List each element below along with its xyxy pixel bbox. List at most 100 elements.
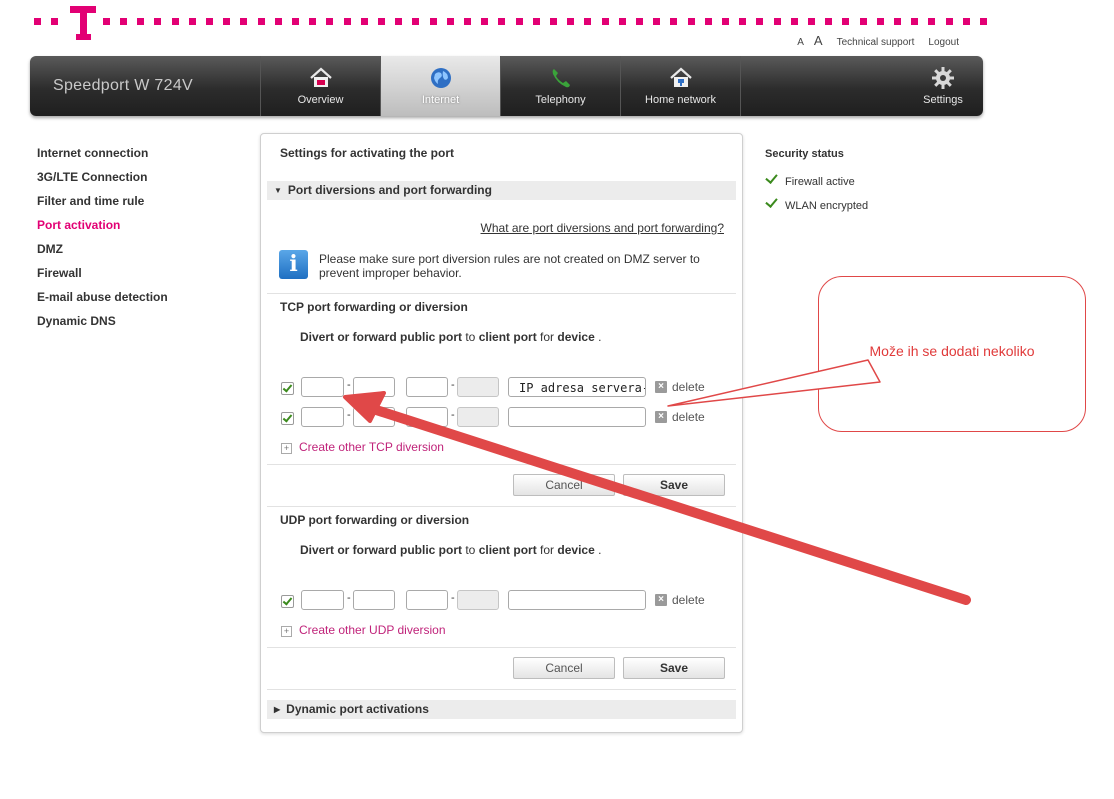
security-item-wlan: WLAN encrypted bbox=[765, 195, 868, 212]
help-link[interactable]: What are port diversions and port forwar… bbox=[481, 221, 724, 235]
tcp-heading: TCP port forwarding or diversion bbox=[280, 300, 468, 314]
sidebar-item-internet-connection[interactable]: Internet connection bbox=[37, 146, 168, 170]
rule-enabled-checkbox[interactable] bbox=[281, 595, 294, 608]
public-port-from-input[interactable] bbox=[301, 590, 344, 610]
triangle-right-icon: ▶ bbox=[274, 705, 281, 714]
brand-dot bbox=[842, 18, 849, 25]
tab-overview[interactable]: Overview bbox=[260, 56, 380, 116]
sidebar-item-email-abuse-detection[interactable]: E-mail abuse detection bbox=[37, 290, 168, 314]
house-icon bbox=[309, 67, 332, 87]
sidebar-item-firewall[interactable]: Firewall bbox=[37, 266, 168, 290]
udp-cancel-button[interactable]: Cancel bbox=[513, 657, 615, 679]
udp-save-button[interactable]: Save bbox=[623, 657, 725, 679]
sidebar-item-3g-lte-connection[interactable]: 3G/LTE Connection bbox=[37, 170, 168, 194]
brand-dot bbox=[361, 18, 368, 25]
brand-dot bbox=[206, 18, 213, 25]
delete-icon[interactable]: × bbox=[655, 381, 667, 393]
delete-link[interactable]: delete bbox=[672, 593, 705, 607]
brand-dot bbox=[791, 18, 798, 25]
delete-icon[interactable]: × bbox=[655, 411, 667, 423]
delete-link[interactable]: delete bbox=[672, 380, 705, 394]
brand-dot bbox=[344, 18, 351, 25]
section-port-diversions-header[interactable]: ▼ Port diversions and port forwarding bbox=[267, 181, 736, 200]
divider bbox=[267, 293, 736, 294]
brand-dot bbox=[51, 18, 58, 25]
brand-dot bbox=[550, 18, 557, 25]
home-network-icon bbox=[669, 67, 692, 87]
brand-dot bbox=[756, 18, 763, 25]
tab-label: Settings bbox=[923, 94, 963, 106]
font-size-large-button[interactable]: A bbox=[814, 33, 823, 48]
brand-dot bbox=[946, 18, 953, 25]
divider bbox=[267, 689, 736, 690]
tab-label: Internet bbox=[421, 94, 460, 106]
brand-dot bbox=[739, 18, 746, 25]
brand-dot bbox=[670, 18, 677, 25]
tab-home-network[interactable]: Home network bbox=[620, 56, 740, 116]
main-navigation: Speedport W 724V Overview Internet Telep… bbox=[30, 56, 983, 116]
tcp-cancel-button[interactable]: Cancel bbox=[513, 474, 615, 496]
device-input[interactable]: IP adresa servera- bbox=[508, 377, 646, 397]
device-name: Speedport W 724V bbox=[53, 77, 193, 94]
top-links: A A Technical support Logout bbox=[783, 33, 959, 48]
public-port-to-input[interactable] bbox=[353, 377, 395, 397]
brand-dot bbox=[808, 18, 815, 25]
public-port-from-input[interactable] bbox=[301, 407, 344, 427]
section-dynamic-port-activations-header[interactable]: ▶ Dynamic port activations bbox=[267, 700, 736, 719]
brand-dot bbox=[240, 18, 247, 25]
brand-dot bbox=[275, 18, 282, 25]
brand-dot bbox=[326, 18, 333, 25]
brand-dot bbox=[722, 18, 729, 25]
plus-icon: + bbox=[281, 626, 292, 637]
brand-dot bbox=[481, 18, 488, 25]
udp-heading: UDP port forwarding or diversion bbox=[280, 513, 470, 527]
public-port-to-input[interactable] bbox=[353, 590, 395, 610]
logout-link[interactable]: Logout bbox=[928, 37, 959, 48]
tab-settings[interactable]: Settings bbox=[903, 56, 983, 116]
brand-dot bbox=[309, 18, 316, 25]
create-tcp-diversion-link[interactable]: + Create other TCP diversion bbox=[281, 440, 444, 454]
brand-dot bbox=[928, 18, 935, 25]
port-activation-panel: Settings for activating the port ▼ Port d… bbox=[260, 133, 743, 733]
client-port-to-input bbox=[457, 377, 499, 397]
public-port-from-input[interactable] bbox=[301, 377, 344, 397]
tcp-save-button[interactable]: Save bbox=[623, 474, 725, 496]
brand-dot bbox=[498, 18, 505, 25]
sidebar-item-dynamic-dns[interactable]: Dynamic DNS bbox=[37, 314, 168, 338]
gear-icon bbox=[932, 67, 954, 89]
rule-enabled-checkbox[interactable] bbox=[281, 382, 294, 395]
client-port-from-input[interactable] bbox=[406, 377, 448, 397]
client-port-from-input[interactable] bbox=[406, 590, 448, 610]
tab-internet[interactable]: Internet bbox=[380, 56, 500, 116]
security-item-firewall: Firewall active bbox=[765, 171, 855, 188]
divider bbox=[267, 464, 736, 465]
callout-text: Može ih se dodati nekoliko bbox=[869, 343, 1035, 359]
brand-dot bbox=[447, 18, 454, 25]
font-size-small-button[interactable]: A bbox=[797, 37, 804, 48]
brand-dot bbox=[172, 18, 179, 25]
delete-link[interactable]: delete bbox=[672, 410, 705, 424]
brand-dot bbox=[378, 18, 385, 25]
technical-support-link[interactable]: Technical support bbox=[837, 37, 915, 48]
rule-enabled-checkbox[interactable] bbox=[281, 412, 294, 425]
brand-dot bbox=[223, 18, 230, 25]
brand-dot bbox=[774, 18, 781, 25]
device-input[interactable] bbox=[508, 590, 646, 610]
create-udp-diversion-link[interactable]: + Create other UDP diversion bbox=[281, 623, 446, 637]
delete-icon[interactable]: × bbox=[655, 594, 667, 606]
device-input[interactable] bbox=[508, 407, 646, 427]
brand-dot bbox=[584, 18, 591, 25]
globe-icon bbox=[430, 68, 451, 88]
brand-dot bbox=[602, 18, 609, 25]
public-port-to-input[interactable] bbox=[353, 407, 395, 427]
tab-telephony[interactable]: Telephony bbox=[500, 56, 620, 116]
brand-dot bbox=[120, 18, 127, 25]
sidebar-item-dmz[interactable]: DMZ bbox=[37, 242, 168, 266]
brand-dot bbox=[911, 18, 918, 25]
annotation-callout: Može ih se dodati nekoliko bbox=[818, 276, 1086, 432]
client-port-from-input[interactable] bbox=[406, 407, 448, 427]
tcp-divert-description: Divert or forward public port to client … bbox=[300, 330, 602, 344]
brand-dot bbox=[963, 18, 970, 25]
sidebar-item-filter-time-rule[interactable]: Filter and time rule bbox=[37, 194, 168, 218]
sidebar-item-port-activation[interactable]: Port activation bbox=[37, 218, 168, 242]
